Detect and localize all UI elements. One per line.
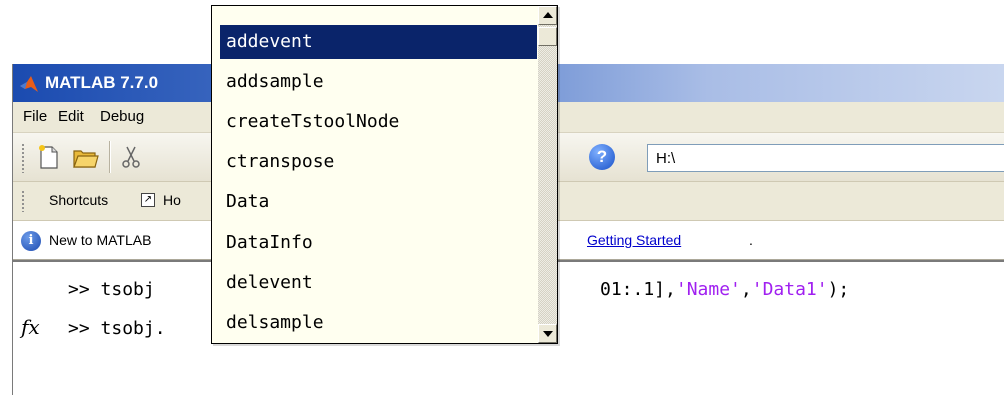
autocomplete-list: addevent addsample createTstoolNode ctra… <box>212 6 537 343</box>
info-text: New to MATLAB <box>49 232 152 248</box>
vertical-scrollbar[interactable] <box>538 6 557 343</box>
command-text: ); <box>827 279 850 300</box>
autocomplete-item[interactable]: createTstoolNode <box>220 105 537 139</box>
scroll-down-button[interactable] <box>538 324 557 343</box>
getting-started-link[interactable]: Getting Started <box>587 232 681 248</box>
autocomplete-popup: addevent addsample createTstoolNode ctra… <box>211 5 558 344</box>
menu-debug[interactable]: Debug <box>100 108 144 125</box>
prompt: >> <box>68 279 90 300</box>
matlab-logo-icon <box>20 76 38 92</box>
prompt: >> <box>68 318 90 339</box>
arrow-down-icon <box>543 331 553 337</box>
autocomplete-item[interactable]: Data <box>220 185 537 219</box>
command-line-2[interactable]: >> tsobj. <box>68 318 166 339</box>
menu-file[interactable]: File <box>23 108 47 125</box>
scroll-thumb[interactable] <box>538 27 557 46</box>
string-literal: 'Name' <box>675 279 741 300</box>
help-icon[interactable]: ? <box>589 144 615 170</box>
shortcut-link-icon[interactable]: ↗ <box>141 193 155 207</box>
window-title: MATLAB 7.7.0 <box>45 73 159 92</box>
shortcuts-grip[interactable] <box>21 190 25 212</box>
string-literal: 'Data1' <box>751 279 828 300</box>
command-text: tsobj. <box>100 318 166 339</box>
cut-icon[interactable] <box>117 143 145 171</box>
info-icon: i <box>21 231 41 251</box>
command-text: , <box>740 279 752 300</box>
shortcuts-label[interactable]: Shortcuts <box>49 192 108 208</box>
toolbar-grip[interactable] <box>21 143 25 173</box>
autocomplete-item-selected[interactable]: addevent <box>220 25 537 59</box>
autocomplete-item[interactable]: addsample <box>220 65 537 99</box>
current-directory-field[interactable]: H:\ <box>647 144 1004 172</box>
autocomplete-item[interactable]: ctranspose <box>220 145 537 179</box>
arrow-up-icon <box>543 12 553 18</box>
new-file-icon[interactable] <box>35 143 63 171</box>
autocomplete-item[interactable]: delsample <box>220 306 537 340</box>
open-folder-icon[interactable] <box>71 143 99 171</box>
command-text: tsobj <box>100 279 155 300</box>
shortcut-howto[interactable]: Ho <box>163 192 181 208</box>
autocomplete-item[interactable]: DataInfo <box>220 226 537 260</box>
command-line-1-tail: 01:.1],'Name','Data1'); <box>600 279 849 300</box>
scroll-up-button[interactable] <box>538 6 557 25</box>
menu-edit[interactable]: Edit <box>58 108 84 125</box>
autocomplete-item[interactable]: delevent <box>220 266 537 300</box>
command-text: 01:.1], <box>600 279 676 300</box>
command-line-1: >> tsobj <box>68 279 155 300</box>
function-browser-icon[interactable]: fx <box>21 315 40 339</box>
toolbar-separator <box>109 141 111 173</box>
info-period: . <box>749 232 753 248</box>
